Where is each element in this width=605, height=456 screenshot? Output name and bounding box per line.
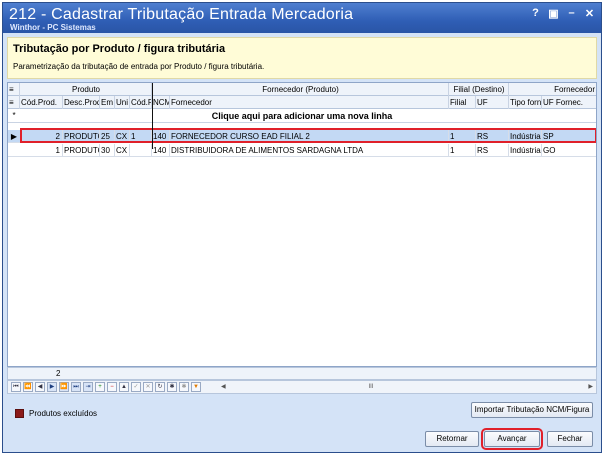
column-divider	[152, 83, 153, 149]
grid-footer: 2	[7, 367, 597, 380]
next-record-icon[interactable]: ▶	[47, 382, 57, 392]
table-row[interactable]: 1 PRODUTO 30 CX 140 DISTRIBUIDORA DE ALI…	[8, 144, 596, 157]
cell-em[interactable]: 30	[100, 144, 115, 157]
first-page-icon[interactable]: ⏮	[11, 382, 21, 392]
scroll-left-icon[interactable]: ◀	[221, 383, 226, 390]
col-uf[interactable]: UF	[476, 96, 509, 109]
group-header-produto[interactable]: Produto	[20, 83, 152, 96]
back-button[interactable]: Retornar	[425, 431, 479, 447]
filter-icon[interactable]: ≡	[8, 96, 20, 109]
scroll-thumb[interactable]: III	[291, 383, 451, 391]
col-tipo-forn[interactable]: Tipo forn	[509, 96, 542, 109]
edit-icon[interactable]: ▲	[119, 382, 129, 392]
col-uni[interactable]: Uni	[115, 96, 130, 109]
next-page-icon[interactable]: ⏩	[59, 382, 69, 392]
cell-tipo-forn[interactable]: Indústria	[509, 144, 542, 157]
last-page-icon[interactable]: ⏭	[71, 382, 81, 392]
legend-area: Produtos excluídos Importar Tributação N…	[7, 396, 597, 426]
group-header-filial-destino[interactable]: Filial (Destino)	[449, 83, 509, 96]
cell-ncm[interactable]: 140	[152, 144, 170, 157]
cell-cod-prod[interactable]: 1	[20, 144, 63, 157]
col-em[interactable]: Em	[100, 96, 115, 109]
legend-label: Produtos excluídos	[29, 409, 98, 418]
cell-desc-prod[interactable]: PRODUTO	[63, 144, 100, 157]
post-icon[interactable]: ✓	[131, 382, 141, 392]
cell-cod-fi[interactable]	[130, 144, 152, 157]
add-row-line[interactable]: * Clique aqui para adicionar uma nova li…	[8, 109, 596, 123]
cell-fornecedor[interactable]: DISTRIBUIDORA DE ALIMENTOS SARDAGNA LTDA	[170, 144, 449, 157]
import-ncm-button[interactable]: Importar Tributação NCM/Figura	[471, 402, 593, 418]
column-chooser-icon[interactable]: ≡	[8, 83, 20, 96]
col-ncm[interactable]: NCM	[152, 96, 170, 109]
action-bar: Retornar Avançar Fechar	[7, 427, 597, 450]
excluded-color-swatch	[15, 409, 24, 418]
restore-icon[interactable]: ▣	[548, 7, 559, 20]
col-filial[interactable]: Filial	[449, 96, 476, 109]
record-count: 2	[56, 369, 61, 378]
group-header-fornecedor[interactable]: Fornecedor	[509, 83, 596, 96]
grid-navigator: ⏮ ⏪ ◀ ▶ ⏩ ⏭ ⇥ + − ▲ ✓ ✕ ↻ ✱ ✱ ▼ ◀ III ▶	[7, 380, 597, 394]
refresh-icon[interactable]: ↻	[155, 382, 165, 392]
col-fornecedor[interactable]: Fornecedor	[170, 96, 449, 109]
filter-funnel-icon[interactable]: ▼	[191, 382, 201, 392]
cell-uf-fornec[interactable]: GO	[542, 144, 596, 157]
column-header-row: ≡ Cód.Prod. Desc.Prod Em Uni Cód.Fi NCM …	[8, 96, 596, 109]
section-title: Tributação por Produto / figura tributár…	[13, 43, 226, 55]
main-window: 212 - Cadastrar Tributação Entrada Merca…	[2, 2, 602, 453]
window-controls: ? ▣ – ✕	[530, 7, 595, 20]
group-header-row: ≡ Produto Fornecedor (Produto) Filial (D…	[8, 83, 596, 96]
cell-filial[interactable]: 1	[449, 144, 476, 157]
bookmark-icon[interactable]: ✱	[167, 382, 177, 392]
title-bar: 212 - Cadastrar Tributação Entrada Merca…	[3, 3, 601, 33]
close-button[interactable]: Fechar	[547, 431, 593, 447]
next-button[interactable]: Avançar	[481, 428, 543, 450]
cell-uni[interactable]: CX	[115, 144, 130, 157]
col-desc-prod[interactable]: Desc.Prod	[63, 96, 100, 109]
cancel-icon[interactable]: ✕	[143, 382, 153, 392]
col-cod-prod[interactable]: Cód.Prod.	[20, 96, 63, 109]
prev-record-icon[interactable]: ◀	[35, 382, 45, 392]
col-uf-fornec[interactable]: UF Fornec.	[542, 96, 596, 109]
selected-row-highlight	[20, 128, 596, 143]
group-header-fornecedor-produto[interactable]: Fornecedor (Produto)	[152, 83, 449, 96]
prev-page-icon[interactable]: ⏪	[23, 382, 33, 392]
delete-icon[interactable]: −	[107, 382, 117, 392]
goto-bookmark-icon[interactable]: ✱	[179, 382, 189, 392]
last-record-icon[interactable]: ⇥	[83, 382, 93, 392]
minimize-icon[interactable]: –	[566, 7, 577, 20]
tributacao-grid[interactable]: ≡ Produto Fornecedor (Produto) Filial (D…	[7, 82, 597, 367]
close-icon[interactable]: ✕	[584, 7, 595, 20]
section-description: Parametrização da tributação de entrada …	[13, 62, 265, 71]
info-header: Tributação por Produto / figura tributár…	[7, 37, 597, 79]
window-title: 212 - Cadastrar Tributação Entrada Merca…	[9, 6, 354, 23]
help-icon[interactable]: ?	[530, 7, 541, 20]
add-row-text[interactable]: Clique aqui para adicionar uma nova linh…	[8, 109, 596, 123]
insert-icon[interactable]: +	[95, 382, 105, 392]
current-row-arrow-icon: ▶	[10, 132, 18, 141]
col-cod-fi[interactable]: Cód.Fi	[130, 96, 152, 109]
cell-uf[interactable]: RS	[476, 144, 509, 157]
window-subtitle: Winthor - PC Sistemas	[10, 23, 96, 32]
horizontal-scrollbar[interactable]: ◀ III ▶	[221, 383, 593, 391]
scroll-right-icon[interactable]: ▶	[588, 383, 593, 390]
